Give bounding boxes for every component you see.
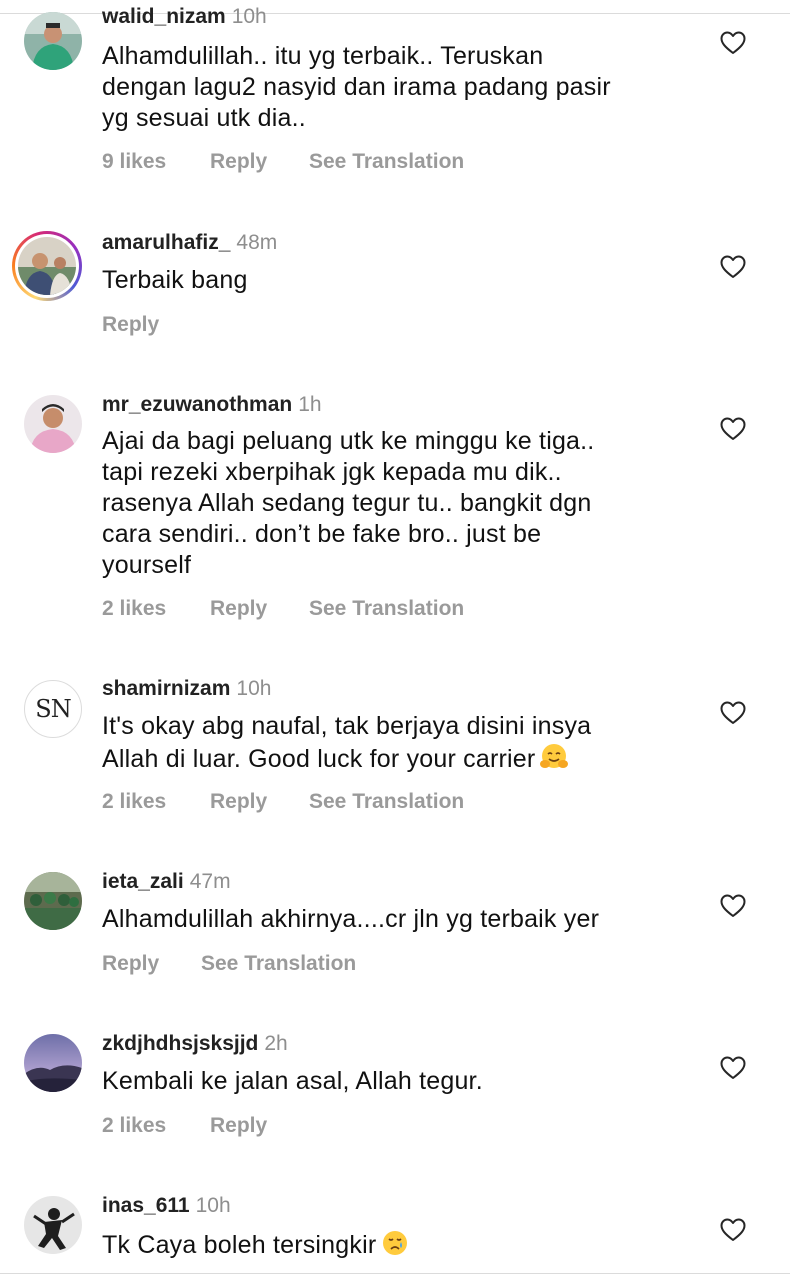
reply-button[interactable]: Reply: [210, 150, 309, 174]
comment-header: walid_nizam 10h: [102, 5, 267, 29]
avatar-photo-icon: [24, 872, 82, 930]
avatar[interactable]: [24, 1034, 82, 1092]
comment-actions: 2 likes Reply See Translation: [102, 790, 464, 814]
crying-face-emoji-icon: [383, 1231, 408, 1255]
heart-icon[interactable]: [720, 417, 746, 441]
heart-icon[interactable]: [720, 1056, 746, 1080]
timestamp: 10h: [236, 677, 272, 700]
comment-text: Alhamdulillah.. itu yg terbaik.. Teruska…: [102, 42, 611, 132]
heart-icon[interactable]: [720, 31, 746, 55]
timestamp: 10h: [195, 1194, 231, 1217]
comment-actions: Reply: [102, 313, 159, 337]
comment-text-body: It's okay abg naufal, tak berjaya disini…: [102, 712, 592, 773]
see-translation-button[interactable]: See Translation: [309, 597, 464, 621]
username[interactable]: inas_611: [102, 1194, 190, 1217]
comment-actions: Reply See Translation: [102, 952, 356, 976]
likes-count[interactable]: 2 likes: [102, 790, 210, 814]
avatar[interactable]: [24, 12, 82, 70]
username[interactable]: amarulhafiz_: [102, 231, 230, 254]
avatar[interactable]: [24, 1196, 82, 1254]
username[interactable]: mr_ezuwanothman: [102, 393, 292, 416]
comment-text: Terbaik bang: [102, 266, 248, 294]
avatar-photo-icon: [18, 237, 76, 295]
comment-text: Tk Caya boleh tersingkir: [102, 1228, 702, 1261]
avatar[interactable]: [24, 395, 82, 453]
hugging-face-emoji-icon: [540, 744, 569, 768]
timestamp: 48m: [236, 231, 278, 254]
avatar[interactable]: [24, 872, 82, 930]
likes-count[interactable]: 9 likes: [102, 150, 210, 174]
avatar-photo-icon: [24, 395, 82, 453]
see-translation-button[interactable]: See Translation: [309, 790, 464, 814]
avatar-photo-icon: [24, 1034, 82, 1092]
comment-text: Kembali ke jalan asal, Allah tegur.: [102, 1067, 483, 1095]
timestamp: 47m: [189, 870, 231, 893]
heart-icon[interactable]: [720, 1218, 746, 1242]
username[interactable]: walid_nizam: [102, 5, 226, 28]
avatar-photo-icon: [24, 12, 82, 70]
reply-button[interactable]: Reply: [210, 790, 309, 814]
see-translation-button[interactable]: See Translation: [309, 150, 464, 174]
comment-header: amarulhafiz_ 48m: [102, 231, 277, 255]
see-translation-button[interactable]: See Translation: [201, 952, 356, 976]
comment-header: ieta_zali 47m: [102, 870, 231, 894]
likes-count[interactable]: 2 likes: [102, 1114, 210, 1138]
username[interactable]: zkdjhdhsjsksjjd: [102, 1032, 258, 1055]
comment-text: It's okay abg naufal, tak berjaya disini…: [102, 711, 702, 775]
avatar[interactable]: SN: [24, 680, 82, 738]
reply-button[interactable]: Reply: [210, 1114, 267, 1138]
comment-actions: 2 likes Reply See Translation: [102, 597, 464, 621]
comment-header: inas_611 10h: [102, 1194, 231, 1218]
avatar-initials: SN: [35, 695, 71, 723]
timestamp: 2h: [264, 1032, 288, 1055]
comment-actions: 9 likes Reply See Translation: [102, 150, 464, 174]
heart-icon[interactable]: [720, 894, 746, 918]
username[interactable]: shamirnizam: [102, 677, 230, 700]
reply-button[interactable]: Reply: [210, 597, 309, 621]
comment-header: zkdjhdhsjsksjjd 2h: [102, 1032, 288, 1056]
bottom-divider: [0, 1273, 790, 1274]
heart-icon[interactable]: [720, 701, 746, 725]
reply-button[interactable]: Reply: [102, 952, 201, 976]
timestamp: 1h: [298, 393, 322, 416]
comment-text: Alhamdulillah akhirnya....cr jln yg terb…: [102, 905, 600, 933]
comment-header: shamirnizam 10h: [102, 677, 271, 701]
likes-count[interactable]: 2 likes: [102, 597, 210, 621]
comment-text-body: Tk Caya boleh tersingkir: [102, 1231, 377, 1259]
comment-header: mr_ezuwanothman 1h: [102, 393, 322, 417]
reply-button[interactable]: Reply: [102, 313, 159, 337]
comment-actions: 2 likes Reply: [102, 1114, 267, 1138]
avatar-photo-icon: [24, 1196, 82, 1254]
comment-text: Ajai da bagi peluang utk ke minggu ke ti…: [102, 427, 595, 579]
username[interactable]: ieta_zali: [102, 870, 184, 893]
timestamp: 10h: [231, 5, 267, 28]
avatar[interactable]: [12, 231, 82, 301]
heart-icon[interactable]: [720, 255, 746, 279]
